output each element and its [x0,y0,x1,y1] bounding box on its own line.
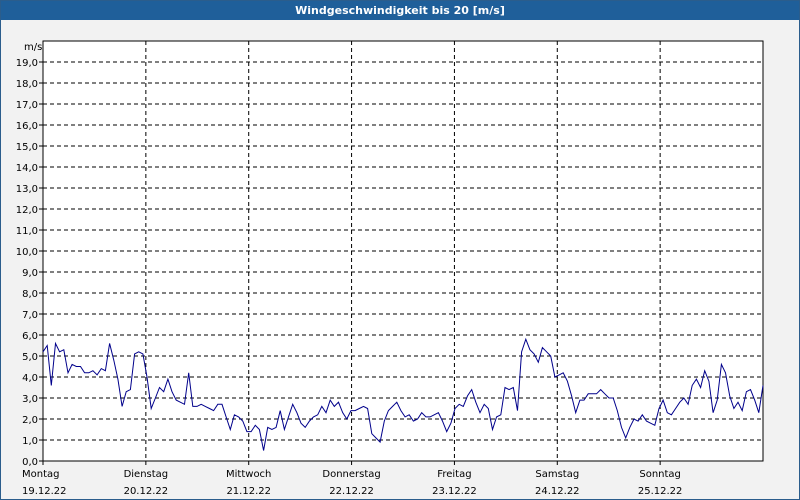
x-tick-label-day: Mittwoch [226,469,271,480]
x-tick-label-day: Donnerstag [322,469,380,480]
chart-window: Windgeschwindigkeit bis 20 [m/s] 0,0 1,0 2… [0,0,800,500]
chart-title: Windgeschwindigkeit bis 20 [m/s] [1,1,799,20]
x-tick-label-day: Freitag [437,469,471,480]
y-tick-label: 18,0 [16,79,38,90]
y-tick-label: 19,0 [16,58,38,69]
y-tick-label: 5,0 [22,352,38,363]
x-tick-label-day: Samstag [535,469,579,480]
x-axis-tick-labels: Montag 19.12.22 Dienstag 20.12.22 Mittwoch 21… [22,461,682,497]
grid-lines [43,41,763,461]
x-tick-label-day: Montag [22,469,59,480]
wind-speed-chart: 0,0 1,0 2,0 3,0 4,0 5,0 6,0 7,0 8,0 9,0 10,0 11,0 12… [16,40,764,497]
x-tick-label-date: 19.12.22 [22,486,67,497]
y-tick-label: 7,0 [22,310,38,321]
x-tick-label-day: Sonntag [639,469,681,480]
y-tick-label: 0,0 [22,457,38,468]
y-tick-label: 16,0 [16,121,38,132]
y-axis-tick-labels: 0,0 1,0 2,0 3,0 4,0 5,0 6,0 7,0 8,0 9,0 10,0 11,0 12… [16,58,43,468]
x-tick-label-date: 23.12.22 [432,486,477,497]
x-tick-label-date: 21.12.22 [226,486,271,497]
y-tick-label: 6,0 [22,331,38,342]
y-tick-label: 12,0 [16,205,38,216]
y-tick-label: 15,0 [16,142,38,153]
x-tick-label-date: 22.12.22 [329,486,374,497]
y-tick-label: 14,0 [16,163,38,174]
y-tick-label: 13,0 [16,184,38,195]
y-tick-label: 17,0 [16,100,38,111]
y-tick-label: 4,0 [22,373,38,384]
y-tick-label: 8,0 [22,289,38,300]
x-tick-label-date: 20.12.22 [124,486,169,497]
y-tick-label: 3,0 [22,394,38,405]
y-tick-label: 2,0 [22,415,38,426]
x-tick-label-date: 25.12.22 [638,486,683,497]
y-tick-label: 9,0 [22,268,38,279]
x-tick-label-date: 24.12.22 [535,486,580,497]
y-tick-label: 11,0 [16,226,38,237]
y-axis-label: m/s [24,42,42,53]
y-tick-label: 10,0 [16,247,38,258]
y-tick-label: 1,0 [22,436,38,447]
x-tick-label-day: Dienstag [124,469,169,480]
